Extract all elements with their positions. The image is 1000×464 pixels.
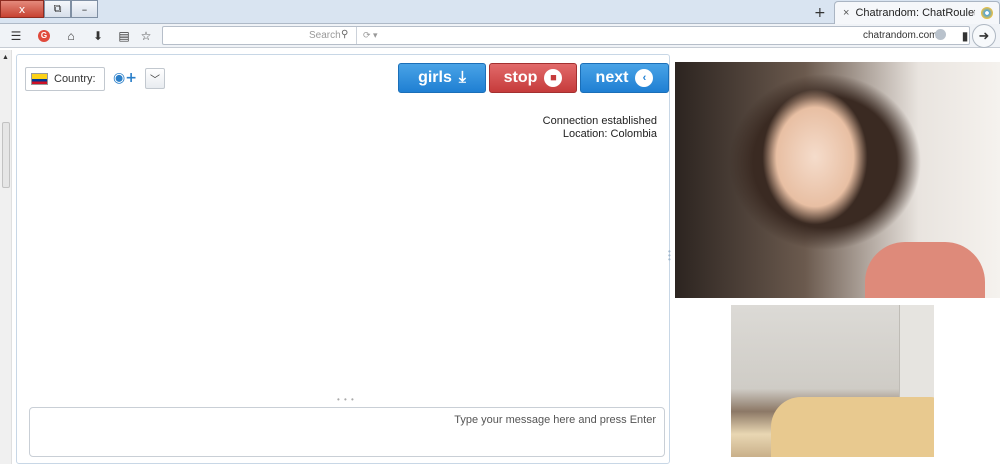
addon-icon[interactable]: G: [36, 28, 52, 44]
country-selector[interactable]: Country:: [25, 67, 105, 91]
url-text: chatrandom.com: [863, 30, 938, 41]
local-video-feed: [731, 305, 934, 457]
window-close-button[interactable]: x: [0, 0, 44, 18]
message-input[interactable]: Type your message here and press Enter: [29, 407, 665, 457]
status-connection: Connection established: [542, 115, 657, 127]
search-icon: ⚲: [341, 29, 349, 40]
chevron-down-icon: ﹀: [150, 75, 160, 86]
home-icon[interactable]: ⌂: [63, 28, 79, 44]
address-bar[interactable]: Search ⚲ ⟳ ▾ chatrandom.com: [162, 26, 970, 45]
page-content: Country: ◉+ ﹀ girls ⤓ stop ■ next ‹ Conn…: [14, 50, 1000, 464]
remote-video-person: [865, 242, 985, 298]
next-label: next: [595, 69, 629, 86]
tab-title: Chatrandom: ChatRoulette...: [855, 7, 975, 19]
next-arrow-icon: ‹: [635, 69, 654, 87]
downloads-icon[interactable]: ⬇: [90, 28, 106, 44]
globe-icon: [935, 29, 946, 40]
vertical-splitter[interactable]: • • •: [668, 248, 671, 264]
girls-label: girls: [418, 69, 452, 86]
remote-video-feed: [675, 62, 1000, 298]
search-placeholder: Search: [309, 30, 341, 41]
browser-tab[interactable]: × Chatrandom: ChatRoulette...: [834, 1, 1000, 24]
window-minimize-button[interactable]: –: [71, 0, 98, 18]
site-favicon-icon: [981, 7, 993, 19]
connection-status: Connection established Location: Colombi…: [487, 115, 657, 141]
stop-button[interactable]: stop ■: [489, 63, 577, 93]
colombia-flag-icon: [31, 73, 48, 85]
local-video-door: [899, 305, 934, 405]
status-location: Location: Colombia: [562, 128, 657, 140]
scroll-thumb[interactable]: [2, 122, 10, 188]
window-restore-button[interactable]: ⧉: [44, 0, 71, 18]
tab-close-icon[interactable]: ×: [843, 7, 849, 19]
reading-list-icon[interactable]: ▤: [116, 28, 132, 44]
message-placeholder: Type your message here and press Enter: [454, 414, 656, 426]
page-icon: ▮: [961, 29, 969, 43]
local-video-bed: [771, 397, 934, 457]
new-tab-button[interactable]: +: [814, 5, 826, 21]
search-input[interactable]: Search ⚲: [163, 27, 357, 44]
girls-button[interactable]: girls ⤓: [398, 63, 486, 93]
navigation-toolbar: ☰ G ⌂ ⬇ ▤ ☆ Search ⚲ ⟳ ▾ chatrandom.com …: [0, 24, 1000, 48]
camera-dropdown-button[interactable]: ﹀: [145, 68, 165, 89]
reload-icon[interactable]: ⟳ ▾: [363, 30, 378, 41]
bookmark-star-icon[interactable]: ☆: [138, 28, 154, 44]
stop-label: stop: [503, 69, 538, 86]
download-icon: ⤓: [458, 69, 466, 86]
chat-panel: Country: ◉+ ﹀ girls ⤓ stop ■ next ‹ Conn…: [16, 54, 670, 464]
menu-icon[interactable]: ☰: [8, 28, 24, 44]
next-button[interactable]: next ‹: [580, 63, 669, 93]
title-bar: x ⧉ – + × Chatrandom: ChatRoulette...: [0, 0, 1000, 24]
window-controls: x ⧉ –: [0, 0, 98, 18]
stop-icon: ■: [544, 69, 563, 87]
webcam-add-icon[interactable]: ◉+: [113, 70, 137, 86]
scroll-up-arrow-icon[interactable]: ▲: [2, 54, 9, 61]
scrollbar[interactable]: ▲: [0, 50, 12, 464]
country-label: Country:: [54, 73, 96, 85]
back-button[interactable]: ➜: [972, 24, 996, 48]
resize-handle[interactable]: • • •: [337, 395, 355, 404]
